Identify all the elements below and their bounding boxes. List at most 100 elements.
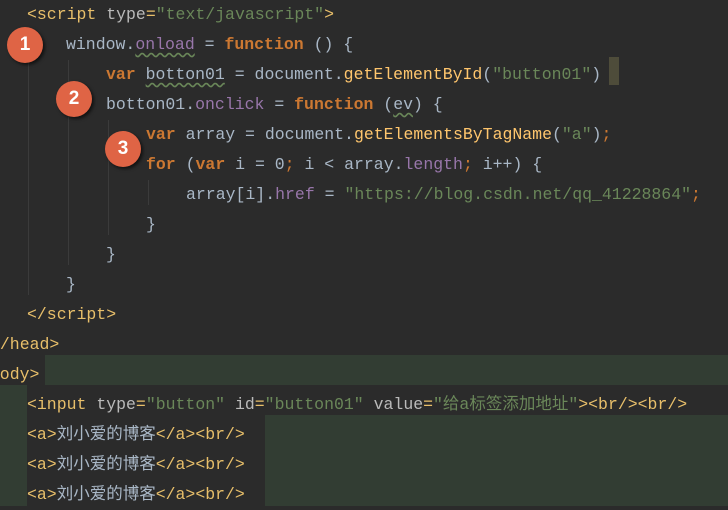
annotation-badge-2: 2 <box>56 81 92 117</box>
code-token: i < array. <box>304 155 404 174</box>
code-token: onclick <box>195 95 265 114</box>
code-line[interactable]: <a>刘小爱的博客</a><br/> <box>27 450 245 480</box>
code-token: } <box>146 215 156 234</box>
code-token: "text/javascript" <box>155 5 325 24</box>
code-token: function <box>224 35 304 54</box>
code-token: = <box>145 5 156 24</box>
code-token: botton01. <box>106 95 196 114</box>
annotation-badge-3: 3 <box>105 131 141 167</box>
code-token: getElementsByTagName <box>353 125 552 144</box>
code-line[interactable]: </script> <box>27 300 116 330</box>
code-token: value <box>373 395 424 414</box>
code-token: onload <box>135 35 195 54</box>
code-token: var <box>106 65 136 84</box>
code-line[interactable]: botton01.onclick = function (ev) { <box>106 90 443 120</box>
code-token: type <box>96 395 136 414</box>
code-token: </a><br/> <box>155 455 245 474</box>
code-token: getElementById <box>343 65 483 84</box>
code-token: ><br/><br/> <box>578 395 688 414</box>
code-token: ( <box>373 95 394 114</box>
code-token: </head> <box>0 335 60 354</box>
code-line[interactable]: var array = document.getElementsByTagNam… <box>146 120 611 150</box>
code-token: for <box>146 155 176 174</box>
code-token: "a" <box>561 125 592 144</box>
code-token: > <box>324 5 334 24</box>
body-highlight <box>0 385 27 506</box>
code-token: array = document. <box>175 125 354 144</box>
code-line[interactable]: } <box>106 240 116 270</box>
code-line[interactable]: window.onload = function () { <box>66 30 353 60</box>
code-line[interactable]: </head> <box>0 330 59 360</box>
code-token: "button01" <box>492 65 592 84</box>
code-token: i = <box>225 155 275 174</box>
code-token: <a> <box>27 455 57 474</box>
code-line[interactable]: array[i].href = "https://blog.csdn.net/q… <box>186 180 701 210</box>
code-token: = <box>135 395 146 414</box>
code-token: ) { <box>413 95 443 114</box>
code-token: () { <box>303 35 354 54</box>
code-token: 刘小爱的博客 <box>56 455 156 474</box>
code-token: length <box>403 155 463 174</box>
code-token: var <box>146 125 176 144</box>
indent-guide <box>148 180 149 205</box>
code-token: } <box>66 275 76 294</box>
code-token: </script> <box>27 305 117 324</box>
code-token: ( <box>552 125 562 144</box>
code-line[interactable]: } <box>66 270 76 300</box>
code-token: </a><br/> <box>155 425 245 444</box>
code-line[interactable]: <input type="button" id="button01" value… <box>27 390 687 420</box>
code-token: = <box>314 185 345 204</box>
code-token: = document. <box>224 65 344 84</box>
code-line[interactable]: } <box>146 210 156 240</box>
code-token: <body> <box>0 365 40 384</box>
code-token: <a> <box>27 425 57 444</box>
code-token: ; <box>601 125 612 144</box>
code-token: "button01" <box>264 395 364 414</box>
code-token: <a> <box>27 485 57 504</box>
annotation-badge-1: 1 <box>7 27 43 63</box>
code-token: window. <box>66 35 136 54</box>
code-token: = <box>194 35 225 54</box>
code-line[interactable]: var botton01 = document.getElementById("… <box>106 60 601 90</box>
code-token: } <box>106 245 116 264</box>
code-token: ) <box>591 125 602 144</box>
code-token: i++) { <box>482 155 543 174</box>
code-token: var <box>195 155 226 174</box>
code-token: ( <box>175 155 196 174</box>
code-token: id <box>234 395 255 414</box>
code-token: = <box>264 95 295 114</box>
code-token: ev <box>393 95 413 114</box>
code-token: = <box>423 395 434 414</box>
code-token: type <box>106 5 146 24</box>
code-token: "https://blog.csdn.net/qq_41228864" <box>344 185 692 204</box>
code-token: ) <box>591 65 602 84</box>
code-token: </a><br/> <box>155 485 245 504</box>
code-token: 0 <box>274 155 285 174</box>
code-token: 刘小爱的博客 <box>56 425 156 444</box>
text-cursor <box>609 57 619 85</box>
code-token: ( <box>482 65 493 84</box>
code-token: function <box>294 95 374 114</box>
code-token: "button" <box>145 395 226 414</box>
code-line[interactable]: for (var i = 0; i < array.length; i++) { <box>146 150 542 180</box>
code-token: = <box>254 395 265 414</box>
indent-guide <box>28 30 29 295</box>
code-token: ; <box>691 185 701 204</box>
body-highlight <box>45 355 728 385</box>
code-token: <script <box>27 5 107 24</box>
body-highlight <box>265 415 728 506</box>
code-token: href <box>275 185 315 204</box>
code-token: botton01 <box>145 65 225 84</box>
code-token: array[i]. <box>186 185 276 204</box>
code-line[interactable]: <script type="text/javascript"> <box>27 0 334 30</box>
code-token: 刘小爱的博客 <box>56 485 156 504</box>
code-token: "给a标签添加地址" <box>433 395 579 414</box>
code-token: ; <box>462 155 483 174</box>
code-line[interactable]: <body> <box>0 360 39 390</box>
code-token: <input <box>27 395 97 414</box>
code-token: ; <box>284 155 305 174</box>
code-line[interactable]: <a>刘小爱的博客</a><br/> <box>27 420 245 450</box>
